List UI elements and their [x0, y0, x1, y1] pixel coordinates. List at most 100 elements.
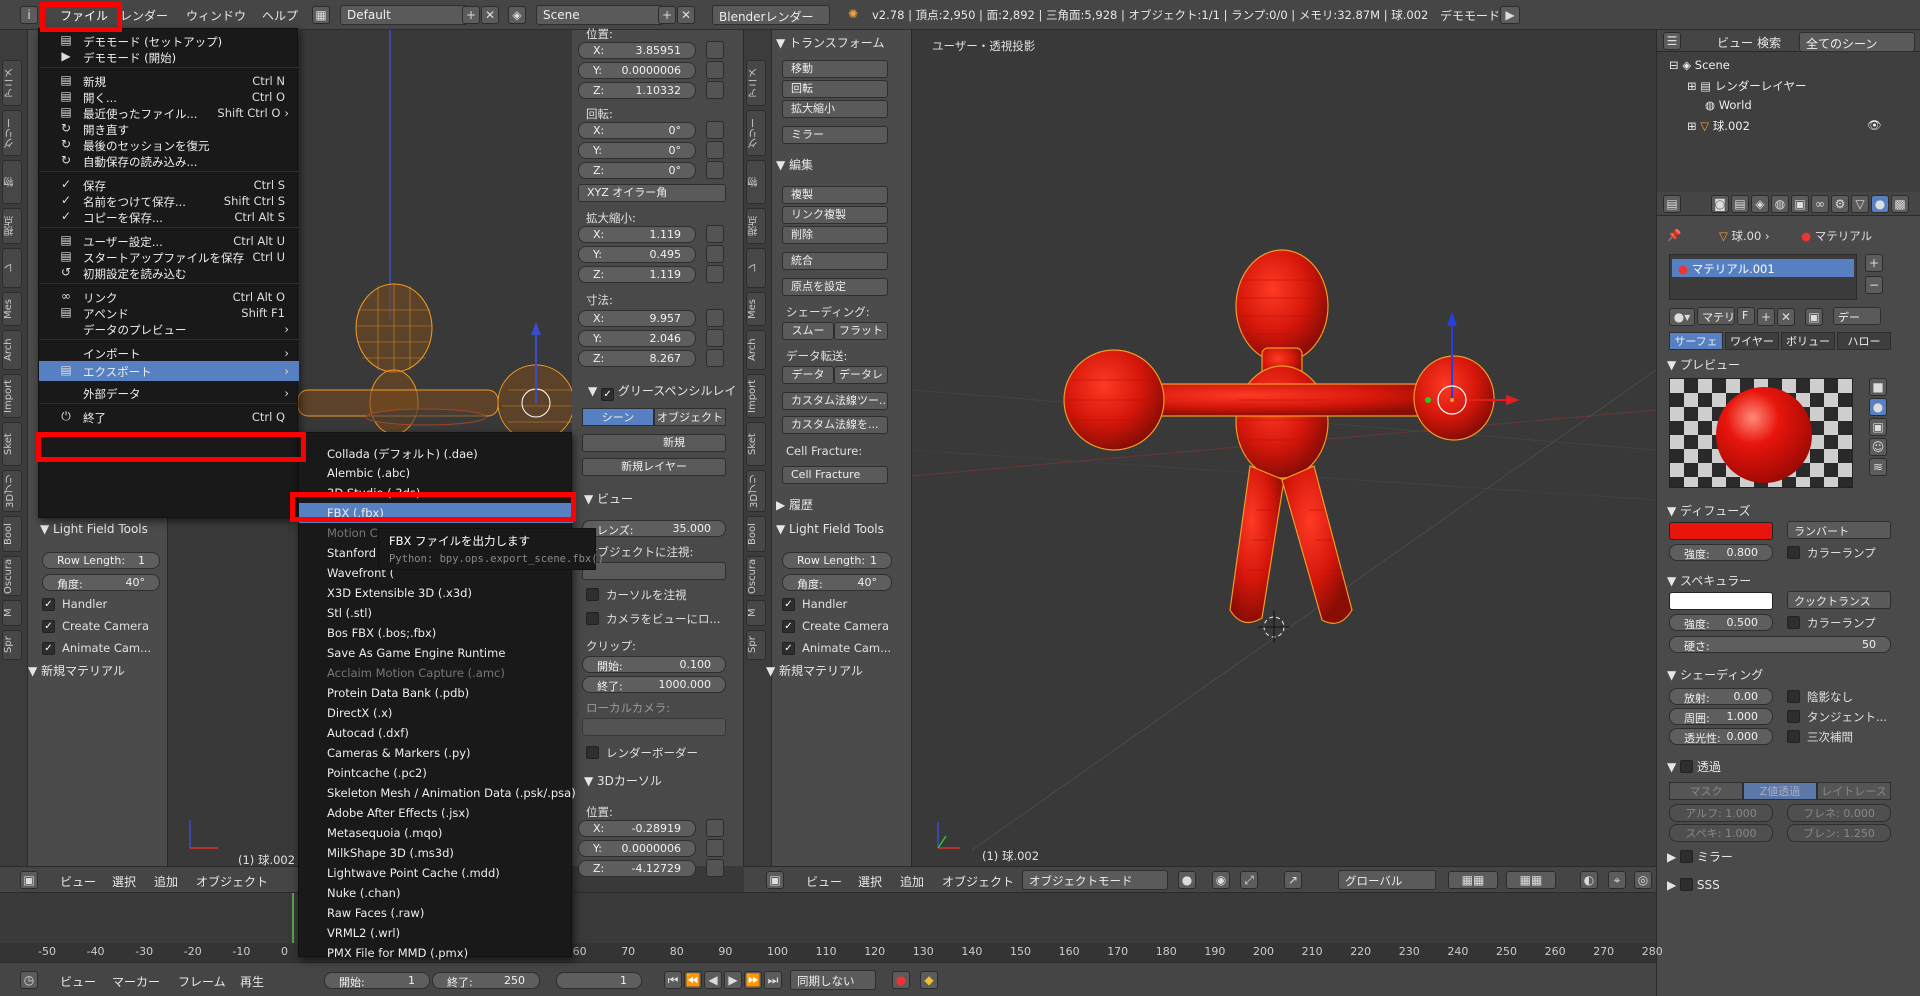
dimension-x-field[interactable]: X: 9.957 — [578, 310, 696, 327]
export-menu-item[interactable]: Stl (.stl) — [299, 603, 573, 623]
translucency-field[interactable]: 透光性: 0.000 — [1669, 728, 1773, 745]
data-context-icon[interactable]: ▽ — [1851, 195, 1869, 213]
location-y-field[interactable]: Y: 0.0000006 — [578, 62, 696, 79]
clip-end-field[interactable]: 終了: 1000.000 — [582, 676, 726, 693]
timeline-frame-menu[interactable]: フレーム — [178, 973, 226, 990]
header-object-menu[interactable]: オブジェクト — [196, 873, 268, 890]
file-menu-item[interactable]: インポート › — [39, 343, 299, 363]
local-camera-field[interactable] — [582, 718, 726, 736]
location-x-field[interactable]: X: 3.85951 — [578, 42, 696, 59]
next-key-icon[interactable]: ⏩ — [744, 971, 762, 989]
play-reverse-icon[interactable]: ◀ — [704, 971, 722, 989]
preview-cube-icon[interactable]: ▣ — [1869, 418, 1887, 436]
info-editor-icon[interactable]: i — [20, 6, 38, 24]
dimension-z-field[interactable]: Z: 8.267 — [578, 350, 696, 367]
preview-header[interactable]: プレビュー — [1680, 358, 1740, 372]
export-menu-item[interactable]: PMX File for MMD (.pmx) — [299, 943, 573, 963]
jump-end-icon[interactable]: ⏭ — [764, 971, 782, 989]
middle-tab-10[interactable]: Bool — [746, 516, 766, 552]
3d-cursor-header[interactable]: 3Dカーソル — [597, 774, 662, 788]
remove-slot-icon[interactable]: − — [1865, 276, 1883, 294]
diffuse-color-swatch[interactable] — [1669, 522, 1773, 540]
layout-field[interactable]: Default — [340, 5, 468, 25]
location-z-field[interactable]: Z: 1.10332 — [578, 82, 696, 99]
mirror-header[interactable]: ミラー — [1697, 850, 1733, 864]
main-header-object-menu[interactable]: オブジェクト — [942, 873, 1014, 890]
proportional-edit-icon[interactable]: ◎ — [1634, 871, 1652, 889]
play-icon[interactable]: ▶ — [724, 971, 742, 989]
diffuse-header[interactable]: ディフューズ — [1680, 504, 1751, 518]
cursor-lock-icon[interactable] — [706, 839, 724, 857]
middle-tab-9[interactable]: 3Dプリ — [746, 470, 766, 512]
render-engine-select[interactable]: Blenderレンダー — [712, 5, 830, 25]
cursor-lock-icon[interactable] — [706, 859, 724, 877]
create-camera-checkbox[interactable]: ✓ — [42, 620, 55, 633]
file-menu-item[interactable]: ↺ 初期設定を読み込む — [39, 263, 299, 283]
rotation-z-field[interactable]: Z: 0° — [578, 162, 696, 179]
animate-cam-checkbox[interactable]: ✓ — [42, 642, 55, 655]
middle-tab-0[interactable]: アニメ — [746, 60, 766, 106]
data-button[interactable]: データ — [782, 366, 834, 384]
new-material-header[interactable]: 新規マテリアル — [41, 664, 125, 678]
menu-help[interactable]: ヘルプ — [262, 7, 298, 24]
angle-field[interactable]: 角度: 40° — [42, 574, 160, 591]
create-camera-checkbox-2[interactable]: ✓ — [782, 620, 795, 633]
file-menu-item[interactable]: ↻ 自動保存の読み込み... — [39, 151, 299, 171]
row-length-field[interactable]: Row Length: 1 — [42, 552, 160, 569]
pivot-icon[interactable]: ◉ — [1212, 871, 1230, 889]
timeline-playback-menu[interactable]: 再生 — [240, 973, 264, 990]
rotation-lock-icon[interactable] — [706, 141, 724, 159]
scale-y-field[interactable]: Y: 0.495 — [578, 246, 696, 263]
light-field-header-2[interactable]: Light Field Tools — [789, 522, 884, 536]
header-view-menu[interactable]: ビュー — [60, 873, 96, 890]
main-3d-viewport[interactable]: ユーザー・透視投影 (1) 球.002 — [912, 30, 1656, 866]
add-layout-icon[interactable]: + — [462, 6, 480, 24]
emit-field[interactable]: 放射: 0.00 — [1669, 688, 1773, 705]
menu-render[interactable]: レンダー — [120, 7, 168, 24]
left-tab-8[interactable]: Sket — [2, 422, 22, 466]
middle-tab-13[interactable]: Spr — [746, 630, 766, 660]
render-border-checkbox[interactable] — [586, 746, 599, 759]
material-browse-icon[interactable]: ●▾ — [1669, 308, 1695, 326]
join-button[interactable]: 統合 — [782, 252, 888, 270]
z-transparency-button[interactable]: Z値透過 — [1743, 782, 1817, 800]
duplicate-button[interactable]: 複製 — [782, 186, 888, 204]
outliner-world-row[interactable]: ◍ World — [1705, 98, 1752, 112]
timeline-editor-icon[interactable]: ◷ — [20, 971, 38, 989]
scale-x-field[interactable]: X: 1.119 — [578, 226, 696, 243]
left-tab-10[interactable]: Bool — [2, 516, 22, 552]
material-tab-1[interactable]: ワイヤー — [1725, 332, 1779, 350]
shading-header[interactable]: シェーディング — [1680, 668, 1763, 682]
handler-checkbox-2[interactable]: ✓ — [782, 598, 795, 611]
lock-cursor-checkbox[interactable] — [586, 588, 599, 601]
object-context-icon[interactable]: ▣ — [1791, 195, 1809, 213]
handler-checkbox[interactable]: ✓ — [42, 598, 55, 611]
translate-manipulator-icon[interactable]: ↗ — [1284, 871, 1302, 889]
outliner-object-row[interactable]: ⊞ ▽ 球.002 — [1687, 118, 1750, 134]
specular-shader-select[interactable]: クックトランス — [1787, 591, 1891, 609]
cam-to-view-checkbox[interactable] — [586, 612, 599, 625]
diffuse-intensity-field[interactable]: 強度: 0.800 — [1669, 544, 1773, 561]
remove-layout-icon[interactable]: ✕ — [481, 6, 499, 24]
preview-hair-icon[interactable]: ≋ — [1869, 458, 1887, 476]
link-data-select[interactable]: デー — [1833, 307, 1881, 325]
left-tab-5[interactable]: Mes — [2, 292, 22, 326]
left-tab-9[interactable]: 3Dプリ — [2, 470, 22, 512]
export-menu-item[interactable]: MilkShape 3D (.ms3d) — [299, 843, 573, 863]
cursor-z-field[interactable]: Z: -4.12729 — [578, 860, 696, 877]
data-layers-button[interactable]: データレ — [834, 366, 888, 384]
specular-intensity-field[interactable]: 強度: 0.500 — [1669, 614, 1773, 631]
cubic-checkbox[interactable] — [1787, 730, 1800, 743]
main-editor-type-icon[interactable]: ▣ — [766, 871, 784, 889]
render-context-icon[interactable]: ◙ — [1711, 195, 1729, 213]
scale-lock-icon[interactable] — [706, 245, 724, 263]
left-tab-4[interactable]: レ — [2, 248, 22, 288]
remove-scene-icon[interactable]: ✕ — [677, 6, 695, 24]
outliner-filter-select[interactable]: 全てのシーン — [1799, 32, 1915, 52]
dimension-lock-icon[interactable] — [706, 309, 724, 327]
outliner-renderlayer-row[interactable]: ⊞ ▤ レンダーレイヤー — [1687, 78, 1806, 94]
scene-icon[interactable]: ◈ — [508, 6, 526, 24]
outliner-editor-icon[interactable]: ☰ — [1663, 32, 1681, 50]
grease-new-button[interactable]: 新規 — [582, 434, 726, 452]
export-menu-item[interactable]: Metasequoia (.mqo) — [299, 823, 573, 843]
